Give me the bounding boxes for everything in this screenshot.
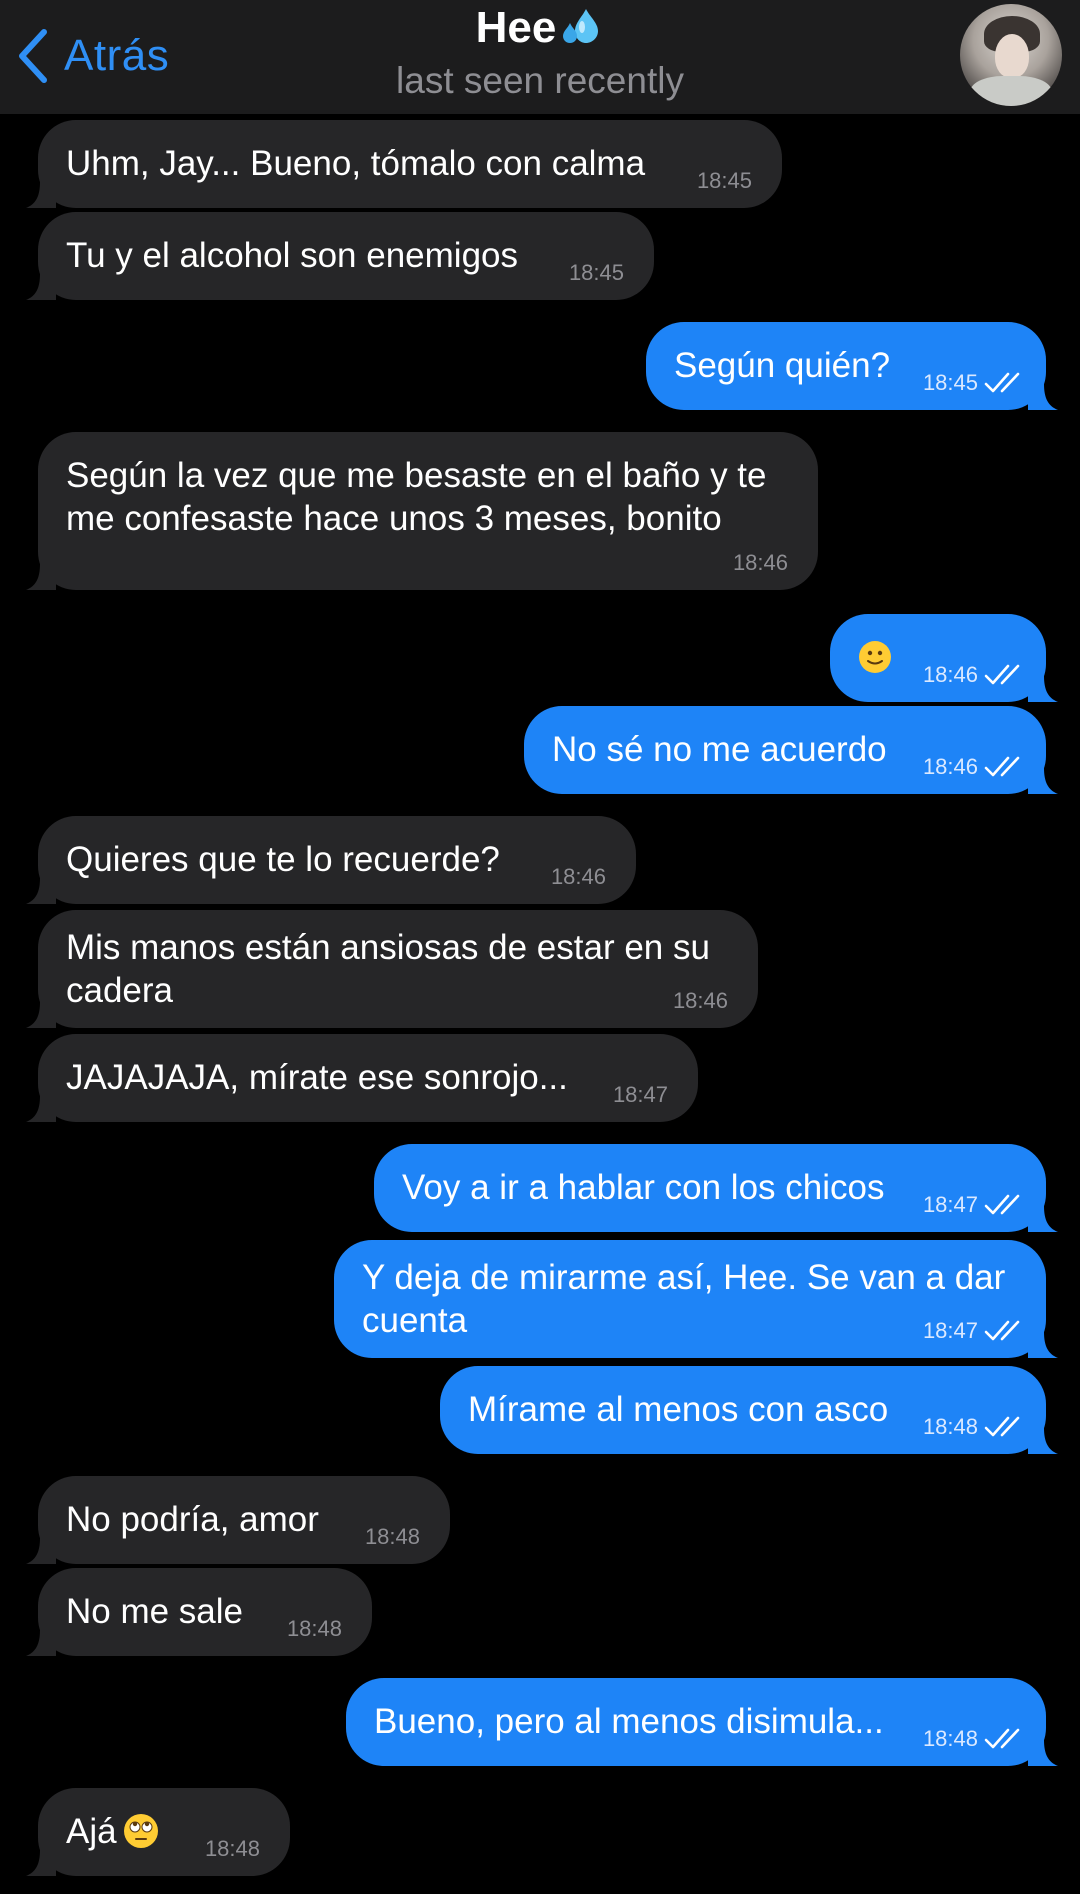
message-time: 18:45 bbox=[922, 370, 978, 395]
message-bubble-incoming[interactable]: JAJAJAJA, mírate ese sonrojo... 18:47 bbox=[26, 1034, 698, 1122]
message-text: Mis manos están ansiosas de estar en su … bbox=[66, 928, 710, 1010]
message-text: Según la vez que me besaste en el baño y… bbox=[66, 456, 767, 538]
message-text: Según quién? bbox=[674, 346, 891, 385]
message-bubble-outgoing[interactable]: Bueno, pero al menos disimula... 18:48 bbox=[346, 1678, 1058, 1766]
message-time: 18:46 bbox=[732, 550, 788, 575]
chat-title-area[interactable]: Hee last seen recently bbox=[300, 0, 780, 102]
back-label: Atrás bbox=[64, 31, 170, 80]
chevron-left-icon bbox=[19, 29, 47, 83]
message-bubble-incoming[interactable]: No me sale 18:48 bbox=[26, 1568, 372, 1656]
double-check-icon bbox=[984, 756, 1020, 777]
rolling-eyes-icon bbox=[123, 1814, 158, 1848]
message-bubble-incoming[interactable]: Ajá 18:48 bbox=[26, 1788, 290, 1876]
message-text: Tu y el alcohol son enemigos bbox=[66, 236, 519, 275]
last-seen-status: last seen recently bbox=[396, 60, 684, 101]
message-time: 18:46 bbox=[550, 864, 606, 889]
back-button[interactable]: Atrás bbox=[18, 20, 169, 92]
message-bubble-outgoing[interactable]: No sé no me acuerdo 18:46 bbox=[524, 706, 1058, 794]
double-check-icon bbox=[984, 1194, 1020, 1215]
message-bubble-outgoing[interactable]: Y deja de mirarme así, Hee. Se van a dar… bbox=[334, 1240, 1058, 1358]
message-bubble-outgoing[interactable]: Según quién? 18:45 bbox=[646, 322, 1058, 410]
message-text: Ajá bbox=[66, 1812, 117, 1851]
message-bubble-outgoing[interactable]: Mírame al menos con asco 18:48 bbox=[440, 1366, 1058, 1454]
message-time: 18:48 bbox=[204, 1836, 260, 1861]
double-check-icon bbox=[984, 1416, 1020, 1437]
message-bubble-incoming[interactable]: Quieres que te lo recuerde? 18:46 bbox=[26, 816, 636, 904]
message-bubble-incoming[interactable]: Mis manos están ansiosas de estar en su … bbox=[26, 910, 758, 1028]
message-text: Y deja de mirarme así, Hee. Se van a dar… bbox=[362, 1258, 1006, 1340]
double-check-icon bbox=[984, 1320, 1020, 1341]
message-text: No me sale bbox=[66, 1592, 244, 1631]
message-text-wrapper: Ajá bbox=[66, 1810, 159, 1853]
message-time: 18:46 bbox=[922, 662, 978, 687]
message-text: Uhm, Jay... Bueno, tómalo con calma bbox=[66, 144, 646, 183]
message-bubble-incoming[interactable]: Uhm, Jay... Bueno, tómalo con calma 18:4… bbox=[26, 120, 782, 208]
message-text: No sé no me acuerdo bbox=[552, 730, 887, 769]
message-time: 18:48 bbox=[922, 1414, 978, 1439]
message-text: Bueno, pero al menos disimula... bbox=[374, 1702, 884, 1741]
double-check-icon bbox=[984, 1728, 1020, 1749]
message-text: Mírame al menos con asco bbox=[468, 1390, 889, 1429]
message-time: 18:47 bbox=[922, 1192, 978, 1217]
sweat-droplets-icon bbox=[563, 9, 599, 43]
message-time: 18:47 bbox=[922, 1318, 978, 1343]
message-time: 18:46 bbox=[672, 988, 728, 1013]
message-time: 18:47 bbox=[612, 1082, 668, 1107]
message-time: 18:48 bbox=[364, 1524, 420, 1549]
message-time: 18:45 bbox=[696, 168, 752, 193]
double-check-icon bbox=[984, 664, 1020, 685]
message-bubble-outgoing[interactable]: Voy a ir a hablar con los chicos 18:47 bbox=[374, 1144, 1058, 1232]
message-text: Voy a ir a hablar con los chicos bbox=[402, 1168, 885, 1207]
chat-title: Hee bbox=[475, 3, 557, 52]
message-text: No podría, amor bbox=[66, 1500, 319, 1539]
message-time: 18:46 bbox=[922, 754, 978, 779]
double-check-icon bbox=[984, 372, 1020, 393]
message-bubble-incoming[interactable]: Según la vez que me besaste en el baño y… bbox=[26, 432, 818, 590]
chat-header: Atrás Hee last seen recently bbox=[0, 0, 1080, 114]
message-text: Quieres que te lo recuerde? bbox=[66, 840, 500, 879]
message-time: 18:48 bbox=[286, 1616, 342, 1641]
slightly-smiling-face-icon bbox=[859, 641, 891, 673]
message-text: JAJAJAJA, mírate ese sonrojo... bbox=[66, 1058, 568, 1097]
message-time: 18:48 bbox=[922, 1726, 978, 1751]
contact-avatar[interactable] bbox=[960, 4, 1062, 106]
message-bubble-incoming[interactable]: No podría, amor 18:48 bbox=[26, 1476, 450, 1564]
message-time: 18:45 bbox=[568, 260, 624, 285]
message-bubble-incoming[interactable]: Tu y el alcohol son enemigos 18:45 bbox=[26, 212, 654, 300]
message-bubble-outgoing[interactable]: 18:46 bbox=[830, 614, 1058, 702]
